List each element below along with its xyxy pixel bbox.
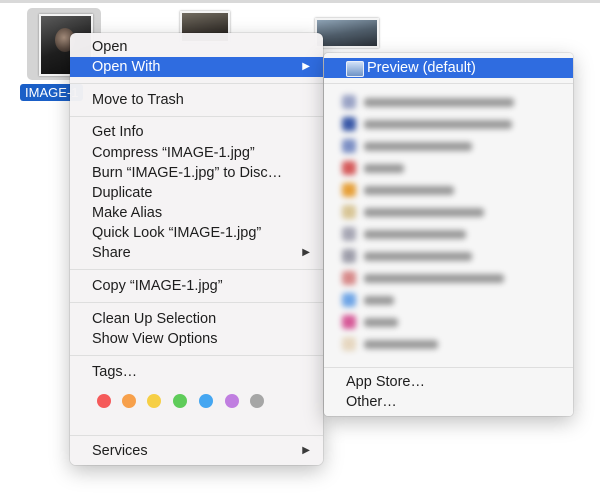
tag-gray-dot[interactable] — [250, 394, 264, 408]
menu-separator — [70, 116, 323, 117]
menu-item-share-label: Share — [92, 245, 131, 261]
blurred-app-name — [364, 120, 512, 129]
tag-purple-dot[interactable] — [225, 394, 239, 408]
app-icon — [342, 183, 356, 197]
blurred-app-name — [364, 252, 472, 261]
blurred-app-name — [364, 318, 398, 327]
blurred-app-name — [364, 98, 514, 107]
app-icon — [342, 205, 356, 219]
app-icon — [342, 161, 356, 175]
context-menu: Open Open With ▶ Move to Trash Get Info … — [70, 33, 323, 465]
blurred-app-name — [364, 296, 394, 305]
app-icon — [342, 139, 356, 153]
tag-red-dot[interactable] — [97, 394, 111, 408]
menu-item-move-to-trash[interactable]: Move to Trash — [70, 90, 323, 110]
menu-separator — [70, 302, 323, 303]
menu-item-clean-up-selection[interactable]: Clean Up Selection — [70, 309, 323, 329]
menu-item-get-info[interactable]: Get Info — [70, 122, 323, 142]
menu-item-compress[interactable]: Compress “IMAGE-1.jpg” — [70, 143, 323, 163]
app-icon — [342, 95, 356, 109]
tag-orange-dot[interactable] — [122, 394, 136, 408]
app-icon — [342, 249, 356, 263]
app-icon — [342, 337, 356, 351]
app-icon — [342, 315, 356, 329]
submenu-item-preview-label: Preview (default) — [367, 60, 476, 76]
blurred-app-name — [364, 274, 504, 283]
menu-separator — [70, 355, 323, 356]
window-top-edge — [0, 0, 600, 3]
blurred-app-name — [364, 208, 484, 217]
menu-item-make-alias[interactable]: Make Alias — [70, 203, 323, 223]
app-icon — [342, 271, 356, 285]
submenu-arrow-icon: ▶ — [302, 247, 310, 258]
menu-item-quick-look[interactable]: Quick Look “IMAGE-1.jpg” — [70, 223, 323, 243]
menu-item-services-label: Services — [92, 443, 148, 459]
menu-item-share[interactable]: Share ▶ — [70, 243, 323, 263]
preview-app-icon — [346, 61, 364, 77]
blurred-app-name — [364, 340, 438, 349]
submenu-separator — [324, 367, 573, 368]
menu-item-open-with[interactable]: Open With ▶ — [70, 57, 323, 77]
app-icon — [342, 227, 356, 241]
submenu-item-other[interactable]: Other… — [346, 392, 397, 412]
menu-item-open-with-label: Open With — [92, 59, 161, 75]
menu-separator — [70, 269, 323, 270]
menu-item-copy[interactable]: Copy “IMAGE-1.jpg” — [70, 276, 323, 296]
menu-item-show-view-options[interactable]: Show View Options — [70, 329, 323, 349]
menu-separator — [70, 435, 323, 436]
tag-blue-dot[interactable] — [199, 394, 213, 408]
blurred-app-name — [364, 164, 404, 173]
blurred-app-name — [364, 230, 466, 239]
submenu-arrow-icon: ▶ — [302, 445, 310, 456]
menu-item-tags[interactable]: Tags… — [70, 362, 323, 382]
tag-green-dot[interactable] — [173, 394, 187, 408]
menu-item-duplicate[interactable]: Duplicate — [70, 183, 323, 203]
blurred-app-name — [364, 142, 472, 151]
menu-item-burn-to-disc[interactable]: Burn “IMAGE-1.jpg” to Disc… — [70, 163, 323, 183]
submenu-item-app-store[interactable]: App Store… — [346, 372, 425, 392]
app-icon — [342, 117, 356, 131]
menu-item-open[interactable]: Open — [70, 37, 323, 57]
submenu-item-preview-default[interactable]: Preview (default) — [324, 58, 573, 78]
submenu-arrow-icon: ▶ — [302, 61, 310, 72]
image-file-thumbnail-3[interactable] — [315, 18, 379, 48]
app-icon — [342, 293, 356, 307]
menu-separator — [70, 83, 323, 84]
menu-item-services[interactable]: Services ▶ — [70, 441, 323, 461]
open-with-submenu: Preview (default) App Store… Other… — [324, 53, 573, 416]
blurred-app-name — [364, 186, 454, 195]
tag-yellow-dot[interactable] — [147, 394, 161, 408]
submenu-separator — [324, 83, 573, 84]
